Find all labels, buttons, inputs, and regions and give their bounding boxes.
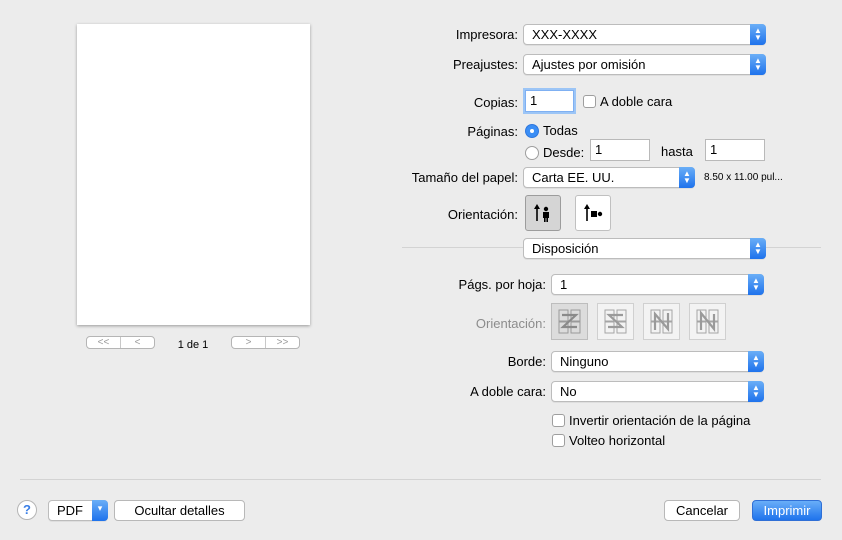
border-value: Ninguno bbox=[560, 354, 609, 369]
layout-n-icon bbox=[650, 309, 673, 334]
presets-label: Preajustes: bbox=[452, 57, 518, 72]
layout-direction-label: Orientación: bbox=[475, 316, 546, 331]
two-sided-label: A doble cara: bbox=[470, 384, 546, 399]
help-button[interactable]: ? bbox=[17, 500, 37, 520]
preview-forward-nav: > >> bbox=[231, 336, 300, 349]
flip-horizontal-checkbox[interactable] bbox=[552, 434, 565, 447]
pages-from-field[interactable]: 1 bbox=[590, 139, 650, 161]
duplex-label: A doble cara bbox=[600, 94, 673, 109]
layout-direction-n-button[interactable] bbox=[643, 303, 680, 340]
paper-dimensions: 8.50 x 11.00 pul... bbox=[704, 172, 783, 183]
page-indicator: 1 de 1 bbox=[177, 339, 209, 351]
landscape-icon bbox=[584, 204, 603, 221]
pages-all-label: Todas bbox=[543, 123, 578, 138]
duplex-checkbox[interactable] bbox=[583, 95, 596, 108]
landscape-orientation-button[interactable] bbox=[575, 195, 611, 231]
presets-value: Ajustes por omisión bbox=[532, 57, 646, 72]
orientation-label: Orientación: bbox=[447, 207, 518, 222]
layout-direction-s-button[interactable] bbox=[597, 303, 634, 340]
preview-back-nav: << < bbox=[86, 336, 155, 349]
paper-size-popup[interactable]: Carta EE. UU. ▲ ▼ bbox=[523, 167, 695, 188]
popup-arrows-icon: ▲ ▼ bbox=[750, 54, 766, 75]
popup-arrows-icon: ▲ ▼ bbox=[679, 167, 695, 188]
popup-arrows-icon: ▲ ▼ bbox=[748, 351, 764, 372]
paper-size-label: Tamaño del papel: bbox=[411, 170, 518, 185]
popup-arrows-icon: ▲ ▼ bbox=[750, 24, 766, 45]
layout-reverse-n-icon bbox=[696, 309, 719, 334]
pages-from-radio[interactable] bbox=[525, 146, 539, 160]
layout-z-icon bbox=[558, 309, 581, 334]
reverse-orientation-label: Invertir orientación de la página bbox=[569, 413, 751, 428]
pages-all-radio[interactable] bbox=[525, 124, 539, 138]
pdf-label: PDF bbox=[57, 503, 83, 518]
section-popup[interactable]: Disposición ▲ ▼ bbox=[523, 238, 766, 259]
copies-label: Copias: bbox=[473, 95, 518, 110]
printer-value: XXX-XXXX bbox=[532, 27, 598, 42]
next-page-button[interactable]: > bbox=[232, 337, 265, 348]
flip-horizontal-label: Volteo horizontal bbox=[569, 433, 666, 448]
border-popup[interactable]: Ninguno ▲ ▼ bbox=[551, 351, 764, 372]
pages-label: Páginas: bbox=[467, 124, 518, 139]
pages-per-sheet-popup[interactable]: 1 ▲ ▼ bbox=[551, 274, 764, 295]
paper-size-value: Carta EE. UU. bbox=[532, 170, 615, 185]
pdf-menu-button[interactable]: PDF ▾ bbox=[48, 500, 108, 521]
last-page-button[interactable]: >> bbox=[265, 337, 299, 348]
two-sided-popup[interactable]: No ▲ ▼ bbox=[551, 381, 764, 402]
section-value: Disposición bbox=[532, 241, 599, 256]
pages-to-label: hasta bbox=[661, 144, 693, 159]
print-preview-page bbox=[77, 24, 310, 325]
layout-s-icon bbox=[604, 309, 627, 334]
reverse-orientation-checkbox[interactable] bbox=[552, 414, 565, 427]
portrait-icon bbox=[534, 204, 549, 222]
popup-arrows-icon: ▲ ▼ bbox=[748, 381, 764, 402]
previous-page-button[interactable]: < bbox=[120, 337, 154, 348]
print-button[interactable]: Imprimir bbox=[752, 500, 822, 521]
chevron-down-icon: ▾ bbox=[92, 500, 108, 521]
border-label: Borde: bbox=[507, 354, 546, 369]
printer-popup[interactable]: XXX-XXXX ▲ ▼ bbox=[523, 24, 766, 45]
copies-field[interactable]: 1 bbox=[525, 90, 574, 112]
hide-details-button[interactable]: Ocultar detalles bbox=[114, 500, 245, 521]
popup-arrows-icon: ▲ ▼ bbox=[748, 274, 764, 295]
pages-to-field[interactable]: 1 bbox=[705, 139, 765, 161]
two-sided-value: No bbox=[560, 384, 577, 399]
pages-per-sheet-label: Págs. por hoja: bbox=[458, 277, 546, 292]
cancel-button[interactable]: Cancelar bbox=[664, 500, 740, 521]
pages-from-label: Desde: bbox=[543, 145, 585, 160]
portrait-orientation-button[interactable] bbox=[525, 195, 561, 231]
layout-direction-z-button[interactable] bbox=[551, 303, 588, 340]
printer-label: Impresora: bbox=[455, 27, 518, 42]
pages-per-sheet-value: 1 bbox=[560, 277, 568, 292]
footer-divider bbox=[20, 479, 821, 480]
layout-direction-reverse-n-button[interactable] bbox=[689, 303, 726, 340]
first-page-button[interactable]: << bbox=[87, 337, 120, 348]
popup-arrows-icon: ▲ ▼ bbox=[750, 238, 766, 259]
presets-popup[interactable]: Ajustes por omisión ▲ ▼ bbox=[523, 54, 766, 75]
